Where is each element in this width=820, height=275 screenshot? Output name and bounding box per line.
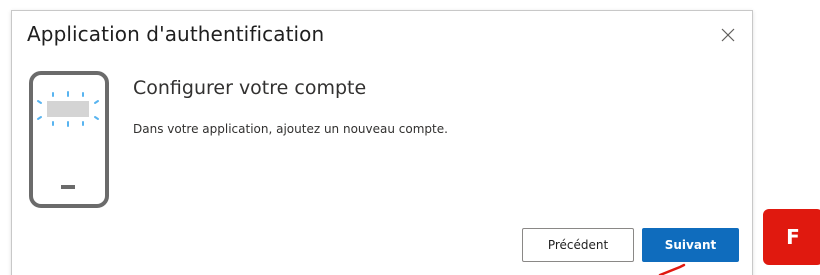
phone-illustration-icon (29, 71, 109, 208)
setup-instructions: Dans votre application, ajoutez un nouve… (133, 122, 448, 136)
screen: Application d'authentification Configure… (0, 0, 820, 275)
dialog-title: Application d'authentification (27, 22, 325, 46)
back-button[interactable]: Précédent (522, 228, 634, 262)
authenticator-dialog: Application d'authentification Configure… (11, 10, 753, 275)
close-icon (721, 28, 735, 42)
close-button[interactable] (718, 25, 738, 45)
annotation-badge: F (763, 209, 820, 265)
next-button[interactable]: Suivant (642, 228, 739, 262)
setup-heading: Configurer votre compte (133, 77, 367, 99)
annotation-arrow-icon (658, 263, 686, 275)
